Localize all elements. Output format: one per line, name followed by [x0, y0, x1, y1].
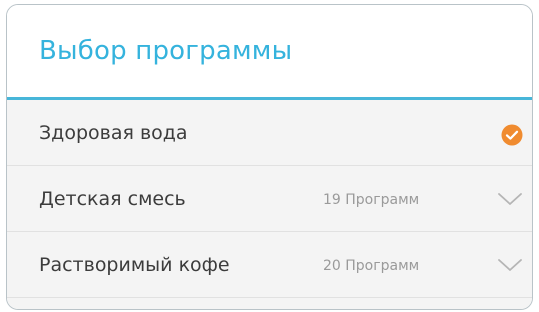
check-circle-icon — [501, 124, 523, 146]
program-item-healthy-water[interactable]: Здоровая вода — [7, 100, 532, 166]
chevron-down-icon[interactable] — [497, 257, 523, 273]
program-item-label: Здоровая вода — [39, 122, 188, 144]
program-item-label: Детская смесь — [39, 188, 186, 210]
chevron-down-icon[interactable] — [497, 191, 523, 207]
program-list: Здоровая вода Детская смесь 19 Программ … — [7, 100, 532, 309]
dialog-title: Выбор программы — [39, 36, 293, 66]
program-item-label: Растворимый кофе — [39, 254, 230, 276]
dialog-header: Выбор программы — [7, 5, 532, 99]
program-item-baby-formula[interactable]: Детская смесь 19 Программ — [7, 166, 532, 232]
program-select-dialog: Выбор программы Здоровая вода Детская см… — [6, 4, 533, 310]
program-item-instant-coffee[interactable]: Растворимый кофе 20 Программ — [7, 232, 532, 298]
program-count: 20 Программ — [323, 258, 420, 274]
program-count: 19 Программ — [323, 192, 420, 208]
